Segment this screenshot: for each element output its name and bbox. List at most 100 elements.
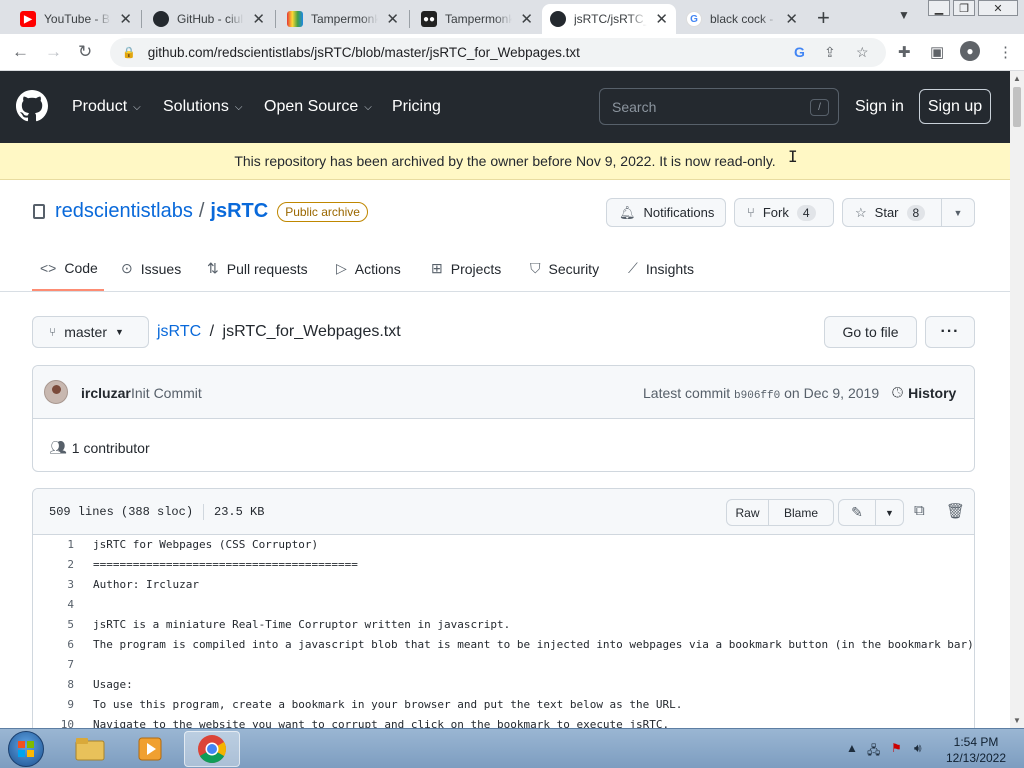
new-tab-icon[interactable]: + [817,5,830,31]
volume-icon[interactable]: 🔊︎ [914,741,922,756]
copy-icon[interactable]: ⧉ [914,502,925,519]
nav-product[interactable]: Product ⌵ [72,98,141,116]
tab-code[interactable]: <> Code [40,260,98,276]
breadcrumb-repo-link[interactable]: jsRTC [157,323,201,340]
line-number[interactable]: 2 [33,555,74,575]
close-tab-icon[interactable]: ✕ [119,10,132,28]
commit-message-link[interactable]: Init Commit [131,385,202,401]
nav-label: Pricing [392,98,441,115]
profile-avatar-icon[interactable]: ● [960,41,980,61]
nav-pricing[interactable]: Pricing [392,98,441,116]
tab-issues[interactable]: ⊙ Issues [121,260,181,277]
taskbar-explorer-folder-icon[interactable] [62,731,118,767]
nav-solutions[interactable]: Solutions ⌵ [163,98,242,116]
line-number[interactable]: 9 [33,695,74,715]
line-number[interactable]: 8 [33,675,74,695]
chrome-icon [198,735,226,763]
bookmark-star-icon[interactable]: ☆ [856,44,869,61]
browser-tab-github[interactable]: GitHub - ciul ✕ [145,4,273,34]
clock-date: 12/13/2022 [945,751,1007,765]
code-line: 3 Author: Ircluzar [33,575,974,595]
browser-menu-icon[interactable]: ⋮ [998,43,1013,61]
fork-icon: ⑂ [747,205,755,220]
tab-security[interactable]: ⛉ Security [530,260,599,277]
blame-button[interactable]: Blame [768,499,834,526]
line-number[interactable]: 5 [33,615,74,635]
line-number[interactable]: 3 [33,575,74,595]
taskbar-chrome-icon[interactable] [184,731,240,767]
close-tab-icon[interactable]: ✕ [252,10,265,28]
taskbar-clock[interactable]: 1:54 PM 12/13/2022 [940,734,1012,766]
reload-icon[interactable]: ↻ [78,42,92,62]
fork-button[interactable]: ⑂ Fork 4 [734,198,834,227]
scroll-up-arrow-icon[interactable]: ▲ [1013,74,1021,83]
sign-up-button[interactable]: Sign up [919,89,991,124]
trash-icon[interactable]: 🗑︎ [946,502,965,520]
line-number[interactable]: 6 [33,635,74,655]
tab-pull-requests[interactable]: ⇅ Pull requests [207,260,308,277]
nav-open-source[interactable]: Open Source ⌵ [264,98,372,116]
repo-name-link[interactable]: jsRTC [210,200,268,223]
line-number[interactable]: 7 [33,655,74,675]
history-clock-icon: 🕓︎ [892,384,904,400]
sign-in-link[interactable]: Sign in [855,98,904,116]
side-panel-icon[interactable]: ▣ [930,43,944,61]
tab-search-chevron-icon[interactable]: ▼ [898,8,910,22]
show-hidden-icons-chevron-icon[interactable]: ▲ [846,741,858,755]
line-number[interactable]: 1 [33,535,74,555]
share-icon[interactable]: ⇪ [824,44,836,61]
go-to-file-button[interactable]: Go to file [824,316,917,348]
page-scrollbar[interactable]: ▲ ▼ [1010,71,1024,728]
commit-author-link[interactable]: ircluzar [81,385,131,401]
commit-sha-link[interactable]: b906ff0 [734,390,780,402]
commit-date: on Dec 9, 2019 [784,385,880,401]
extensions-puzzle-icon[interactable]: ✚ [898,43,911,61]
browser-tab-tampermonkey-1[interactable]: Tampermonk ✕ [279,4,407,34]
star-button[interactable]: ☆ Star 8 [842,198,942,227]
star-dropdown-button[interactable]: ▼ [941,198,975,227]
close-window-icon[interactable]: ✕ [978,0,1018,16]
close-tab-icon[interactable]: ✕ [520,10,533,28]
code-line: 5 jsRTC is a miniature Real-Time Corrupto… [33,615,974,635]
line-text: jsRTC is a miniature Real-Time Corruptor… [93,618,511,631]
forward-icon[interactable]: → [45,42,62,62]
action-center-flag-icon[interactable]: ⚑ [891,741,902,755]
author-avatar[interactable] [44,380,68,404]
file-info: 509 lines (388 sloc) 23.5 KB [49,504,264,520]
back-icon[interactable]: ← [12,42,29,62]
edit-pencil-icon[interactable]: ✎ [838,499,876,526]
line-number[interactable]: 4 [33,595,74,615]
browser-tab-jsrtc[interactable]: jsRTC/jsRTC_ ✕ [542,4,676,34]
taskbar-media-player-icon[interactable] [122,731,178,767]
close-tab-icon[interactable]: ✕ [785,10,798,28]
close-tab-icon[interactable]: ✕ [386,10,399,28]
maximize-icon[interactable]: ❐ [953,0,975,16]
google-lens-icon[interactable]: G [794,44,805,60]
history-link[interactable]: 🕓︎ History [892,384,956,401]
minimize-icon[interactable]: ▁ [928,0,950,16]
network-icon[interactable]: 🖧︎ [867,741,880,762]
close-tab-icon[interactable]: ✕ [655,10,668,28]
more-options-button[interactable]: ··· [925,316,975,348]
start-button-windows-icon[interactable] [8,731,44,767]
edit-dropdown-chevron-icon[interactable]: ▼ [875,499,904,526]
browser-tab-youtube[interactable]: ▶ YouTube - Br ✕ [12,4,140,34]
notifications-button[interactable]: 🔔︎ Notifications [606,198,726,227]
tab-projects[interactable]: ⊞ Projects [431,260,501,277]
contributors-link[interactable]: 👥︎ 1 contributor [49,439,150,456]
search-input[interactable]: Search / [599,88,839,125]
scroll-down-arrow-icon[interactable]: ▼ [1013,716,1021,725]
browser-tab-google[interactable]: G black cock - ✕ [678,4,806,34]
repo-owner-link[interactable]: redscientistlabs [55,200,193,223]
address-bar[interactable]: 🔒 github.com/redscientistlabs/jsRTC/blob… [110,38,886,67]
tab-title: jsRTC/jsRTC_ [574,12,648,26]
browser-tab-tampermonkey-2[interactable]: ●● Tampermonk ✕ [413,4,541,34]
tab-insights[interactable]: ⟋ Insights [628,260,694,277]
scrollbar-thumb[interactable] [1013,87,1021,127]
github-logo-icon[interactable] [16,90,48,122]
lock-icon[interactable]: 🔒 [122,46,136,59]
raw-button[interactable]: Raw [726,499,769,526]
branch-select-button[interactable]: ⑂ master ▼ [32,316,149,348]
branch-name: master [64,324,107,340]
tab-actions[interactable]: ▷ Actions [336,260,401,277]
